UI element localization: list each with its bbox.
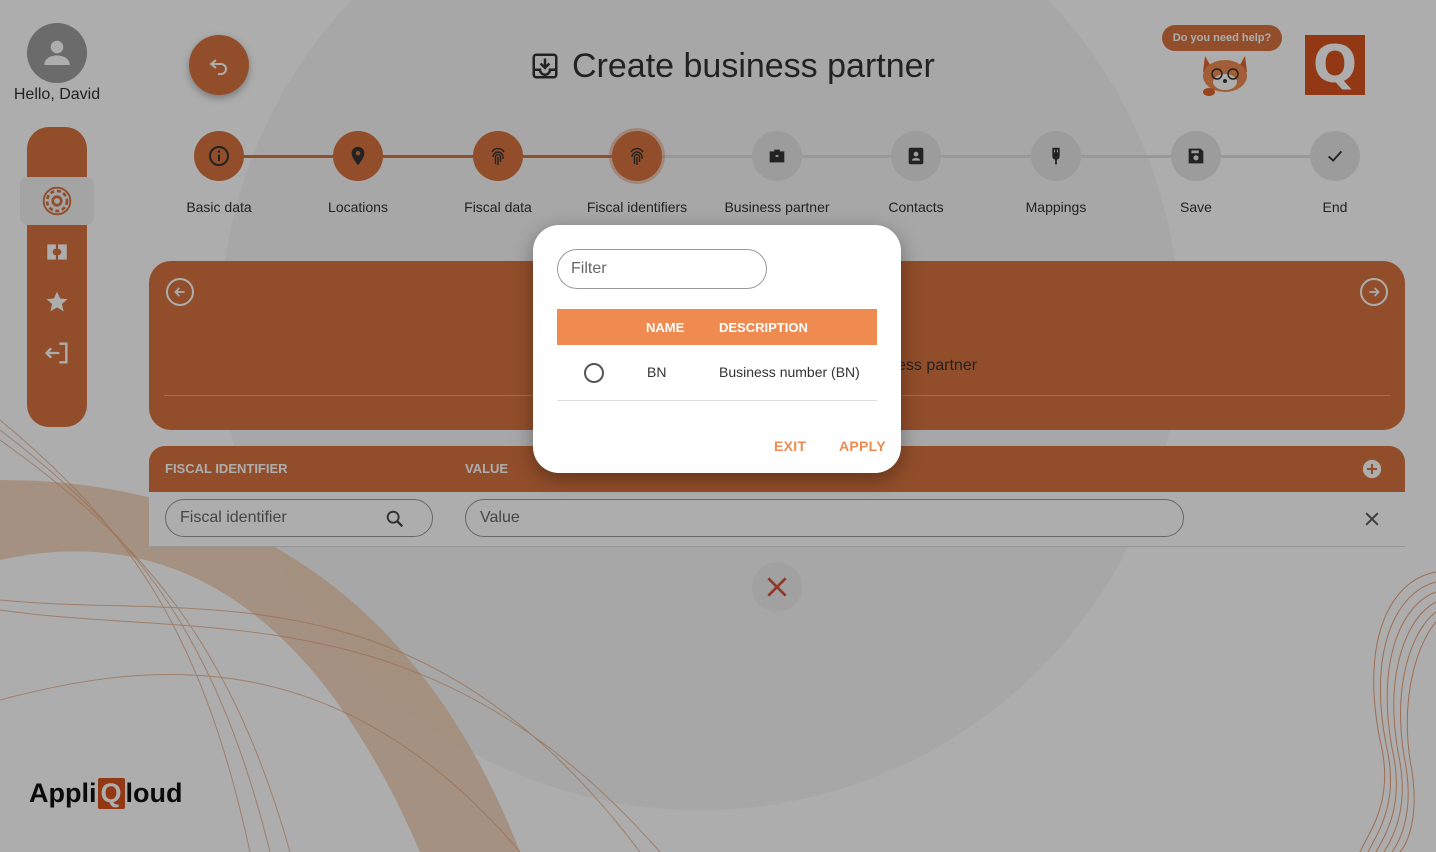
exit-button[interactable]: EXIT [774,438,806,454]
fiscal-identifier-dialog: Filter NAME DESCRIPTION BN Business numb… [533,225,901,473]
row-radio-button[interactable] [584,363,604,383]
header-name: NAME [646,320,685,335]
apply-button[interactable]: APPLY [839,438,886,454]
row-name: BN [647,364,667,380]
filter-placeholder: Filter [571,260,607,277]
row-description: Business number (BN) [719,364,860,380]
header-description: DESCRIPTION [719,320,808,335]
filter-input[interactable]: Filter [557,249,767,289]
table-row[interactable]: BN Business number (BN) [557,345,877,401]
dialog-table-header: NAME DESCRIPTION [557,309,877,345]
